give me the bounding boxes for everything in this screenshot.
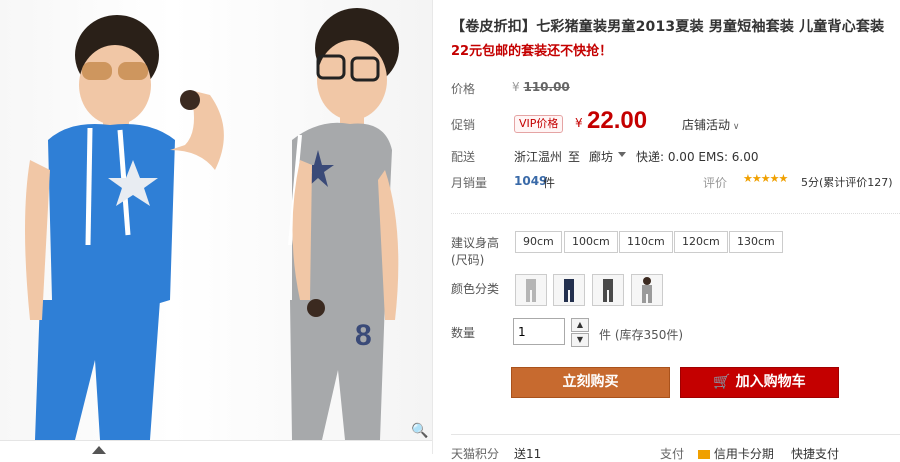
color-swatch-gray[interactable] — [515, 274, 547, 306]
kid-gray-figure: 8 — [288, 8, 399, 440]
thumbnail-arrow-icon — [92, 446, 106, 454]
price-label: 价格 — [451, 82, 476, 96]
shipping-destination[interactable]: 廊坊 — [589, 148, 613, 165]
shipping-label: 配送 — [451, 150, 476, 164]
promo-currency: ¥ — [575, 116, 583, 130]
store-activity-dropdown[interactable]: 店铺活动 ∨ — [682, 116, 739, 133]
shipping-to-word: 至 — [568, 150, 581, 164]
rating-summary-link[interactable]: 5分(累计评价127) — [801, 174, 893, 190]
bottom-divider — [451, 434, 900, 435]
quantity-decrease-button[interactable]: ▼ — [571, 333, 589, 347]
original-price-value: 110.00 — [523, 80, 570, 94]
quantity-increase-button[interactable]: ▲ — [571, 318, 589, 332]
size-option-90[interactable]: 90cm — [515, 231, 562, 253]
navy-outfit-thumbnail-icon — [564, 279, 574, 302]
size-option-120[interactable]: 120cm — [674, 231, 728, 253]
rating-label: 评价 — [703, 176, 728, 190]
chevron-down-icon: ∨ — [730, 122, 740, 132]
credit-installment-label: 信用卡分期 — [713, 447, 774, 461]
gray-outfit-thumbnail-icon — [526, 279, 536, 302]
color-swatch-photo[interactable] — [631, 274, 663, 306]
credit-card-icon — [698, 450, 710, 459]
color-label: 颜色分类 — [451, 282, 500, 296]
buy-now-button[interactable]: 立刻购买 — [511, 367, 670, 398]
color-swatch-dark-gray[interactable] — [592, 274, 624, 306]
column-separator — [432, 0, 433, 454]
add-to-cart-label: 加入购物车 — [735, 374, 806, 390]
size-option-130[interactable]: 130cm — [729, 231, 783, 253]
shipping-from: 浙江温州 — [514, 150, 563, 164]
svg-text:8: 8 — [355, 319, 372, 352]
product-photo-illustration: 8 — [25, 8, 399, 440]
rating-stars: ★★★★★ — [743, 172, 788, 185]
photo-divider — [0, 440, 432, 441]
dark-gray-outfit-thumbnail-icon — [603, 279, 613, 302]
zoom-icon[interactable]: 🔍 — [411, 423, 428, 439]
destination-dropdown-icon[interactable] — [618, 152, 626, 157]
cart-icon: 🛒 — [713, 374, 731, 390]
quantity-label: 数量 — [451, 326, 476, 340]
kid-photo-thumbnail-icon — [642, 277, 652, 303]
color-swatch-navy[interactable] — [553, 274, 585, 306]
quantity-input[interactable] — [513, 318, 565, 345]
vip-badge: VIP价格 — [514, 115, 564, 133]
monthly-sales-unit: 件 — [543, 176, 556, 190]
product-photo[interactable]: 8 🔍 — [0, 0, 432, 440]
add-to-cart-button[interactable]: 🛒 加入购物车 — [680, 367, 839, 398]
size-label: 建议身高(尺码) — [451, 236, 500, 267]
section-divider — [451, 213, 900, 215]
product-title: 【卷皮折扣】七彩猪童装男童2013夏装 男童短袖套装 儿童背心套装 — [451, 19, 885, 35]
size-option-110[interactable]: 110cm — [619, 231, 673, 253]
shipping-fee: 快递: 0.00 EMS: 6.00 — [636, 150, 759, 164]
original-price-currency: ¥ — [512, 80, 520, 94]
original-price: ¥ 110.00 — [512, 80, 570, 94]
stock-text: 件 (库存350件) — [599, 328, 684, 342]
store-activity-label: 店铺活动 — [682, 118, 731, 132]
promo-price-value: 22.00 — [587, 107, 648, 134]
monthly-sales-label: 月销量 — [451, 176, 488, 190]
size-option-100[interactable]: 100cm — [564, 231, 618, 253]
kid-blue-figure — [25, 15, 224, 440]
promo-label: 促销 — [451, 118, 476, 132]
product-subtitle: 22元包邮的套装还不快抢！ — [451, 44, 613, 59]
